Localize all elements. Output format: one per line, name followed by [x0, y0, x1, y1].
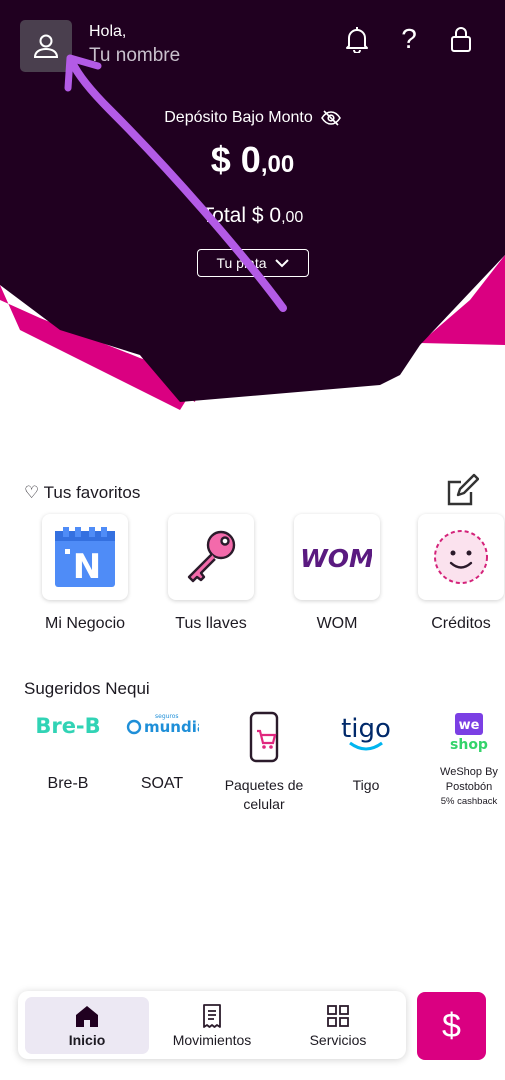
- profile-button[interactable]: [20, 20, 72, 72]
- favorites-row: N Mi Negocio Tus llaves WOM WOM Créditos: [0, 514, 505, 644]
- eye-off-icon[interactable]: [320, 110, 341, 126]
- bre-b-logo-text: Bre-B: [35, 714, 100, 738]
- favorite-wom[interactable]: WOM WOM: [282, 514, 392, 634]
- total-balance: Total $ 0,00: [0, 201, 505, 233]
- account-type: Depósito Bajo Monto: [164, 106, 341, 130]
- edit-favorites-button[interactable]: [443, 473, 480, 509]
- favorite-card: N: [42, 514, 128, 600]
- weshop-logo-subtext: shop: [450, 737, 488, 753]
- total-main: Total $ 0: [201, 204, 282, 227]
- weshop-logo-text: we: [459, 718, 480, 733]
- suggested-weshop[interactable]: we shop WeShop By Postobón 5% cashback: [433, 708, 505, 808]
- svg-text:N: N: [73, 547, 101, 587]
- balance-main: $ 0: [210, 139, 261, 180]
- total-cents: ,00: [281, 209, 304, 226]
- suggested-tigo[interactable]: tigo Tigo: [330, 708, 402, 795]
- tu-plata-label: Tu plata: [216, 255, 267, 271]
- balance-block: Depósito Bajo Monto $ 0,00 Total $ 0,00 …: [0, 106, 505, 277]
- suggested-label-line2: Postobón: [445, 781, 493, 793]
- suggested-label-line3: 5% cashback: [440, 796, 498, 807]
- tu-plata-dropdown[interactable]: Tu plata: [196, 249, 309, 277]
- favorite-card: [418, 514, 504, 600]
- lock-button[interactable]: [447, 24, 475, 54]
- bottom-nav: Inicio Movimientos Servicios: [18, 991, 406, 1059]
- bell-icon: [346, 27, 368, 53]
- favorite-creditos[interactable]: Créditos: [406, 514, 505, 634]
- suggested-label-line1: WeShop By: [440, 766, 498, 778]
- favorite-label: Mi Negocio: [44, 615, 126, 632]
- key-icon: [187, 530, 236, 583]
- suggested-label: SOAT: [140, 775, 184, 792]
- tigo-logo-text: tigo: [341, 714, 391, 744]
- pay-button[interactable]: $: [417, 992, 486, 1060]
- balance-amount: $ 0,00: [0, 136, 505, 189]
- suggested-row: Bre-B Bre-B seguros mundial SOAT Paquete…: [0, 708, 505, 818]
- phone-cart-icon: [218, 708, 310, 766]
- tigo-logo: tigo: [330, 708, 402, 756]
- suggested-soat[interactable]: seguros mundial SOAT: [124, 708, 200, 794]
- bre-b-logo: Bre-B: [28, 708, 108, 742]
- smiley-icon: [434, 530, 488, 584]
- balance-cents: ,00: [260, 151, 295, 178]
- favorite-mi-negocio[interactable]: N Mi Negocio: [30, 514, 140, 634]
- header: Hola, Tu nombre ? Depósito Bajo Monto $ …: [0, 0, 505, 300]
- suggested-title: Sugeridos Nequi: [24, 679, 150, 698]
- favorites-title: ♡ Tus favoritos: [24, 483, 141, 502]
- nav-servicios[interactable]: Servicios: [278, 997, 398, 1054]
- favorite-label: Créditos: [431, 615, 491, 632]
- help-button[interactable]: ?: [395, 24, 423, 54]
- suggested-bre-b[interactable]: Bre-B Bre-B: [28, 708, 108, 794]
- lock-icon: [451, 27, 471, 52]
- favorite-label: WOM: [316, 615, 358, 632]
- mundial-logo: seguros mundial: [124, 708, 200, 742]
- grid-icon: [327, 1004, 349, 1027]
- header-actions: ?: [343, 24, 475, 54]
- user-name: Tu nombre: [89, 45, 181, 66]
- edit-icon: [447, 473, 480, 506]
- home-icon: [76, 1005, 98, 1027]
- greeting-text: Hola,: [89, 23, 127, 40]
- nav-inicio[interactable]: Inicio: [25, 997, 149, 1054]
- nav-movimientos[interactable]: Movimientos: [152, 997, 272, 1054]
- account-label: Depósito Bajo Monto: [164, 109, 313, 126]
- suggested-label: Paquetes de celular: [224, 777, 304, 812]
- weshop-logo: we shop: [433, 708, 505, 756]
- nav-label: Movimientos: [172, 1031, 252, 1048]
- help-icon: ?: [401, 23, 417, 54]
- suggested-label: Bre-B: [47, 775, 89, 792]
- favorite-card: [168, 514, 254, 600]
- suggested-label: Tigo: [352, 777, 380, 793]
- receipt-icon: [203, 1003, 221, 1028]
- nav-label: Servicios: [309, 1031, 367, 1048]
- favorite-label: Tus llaves: [175, 615, 247, 632]
- suggested-paquetes[interactable]: Paquetes de celular: [218, 708, 310, 814]
- wom-logo: WOM: [302, 544, 372, 573]
- wom-logo-text: WOM: [302, 544, 372, 573]
- nav-label: Inicio: [68, 1031, 106, 1048]
- notifications-button[interactable]: [343, 24, 371, 54]
- dollar-icon: $: [442, 1006, 461, 1045]
- favorite-card: WOM: [294, 514, 380, 600]
- mundial-logo-text: mundial: [144, 718, 199, 736]
- greeting: Hola, Tu nombre: [89, 22, 180, 70]
- chevron-down-icon: [274, 258, 289, 267]
- favorite-tus-llaves[interactable]: Tus llaves: [156, 514, 266, 634]
- user-icon: [33, 34, 59, 58]
- store-icon: N: [55, 527, 115, 587]
